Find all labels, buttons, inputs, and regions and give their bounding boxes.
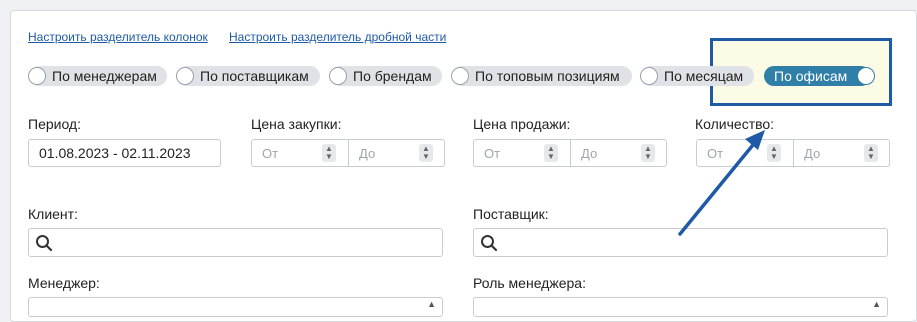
arrow-shaft — [678, 138, 759, 236]
arrow-head — [745, 130, 765, 150]
annotation-arrow — [678, 130, 765, 236]
